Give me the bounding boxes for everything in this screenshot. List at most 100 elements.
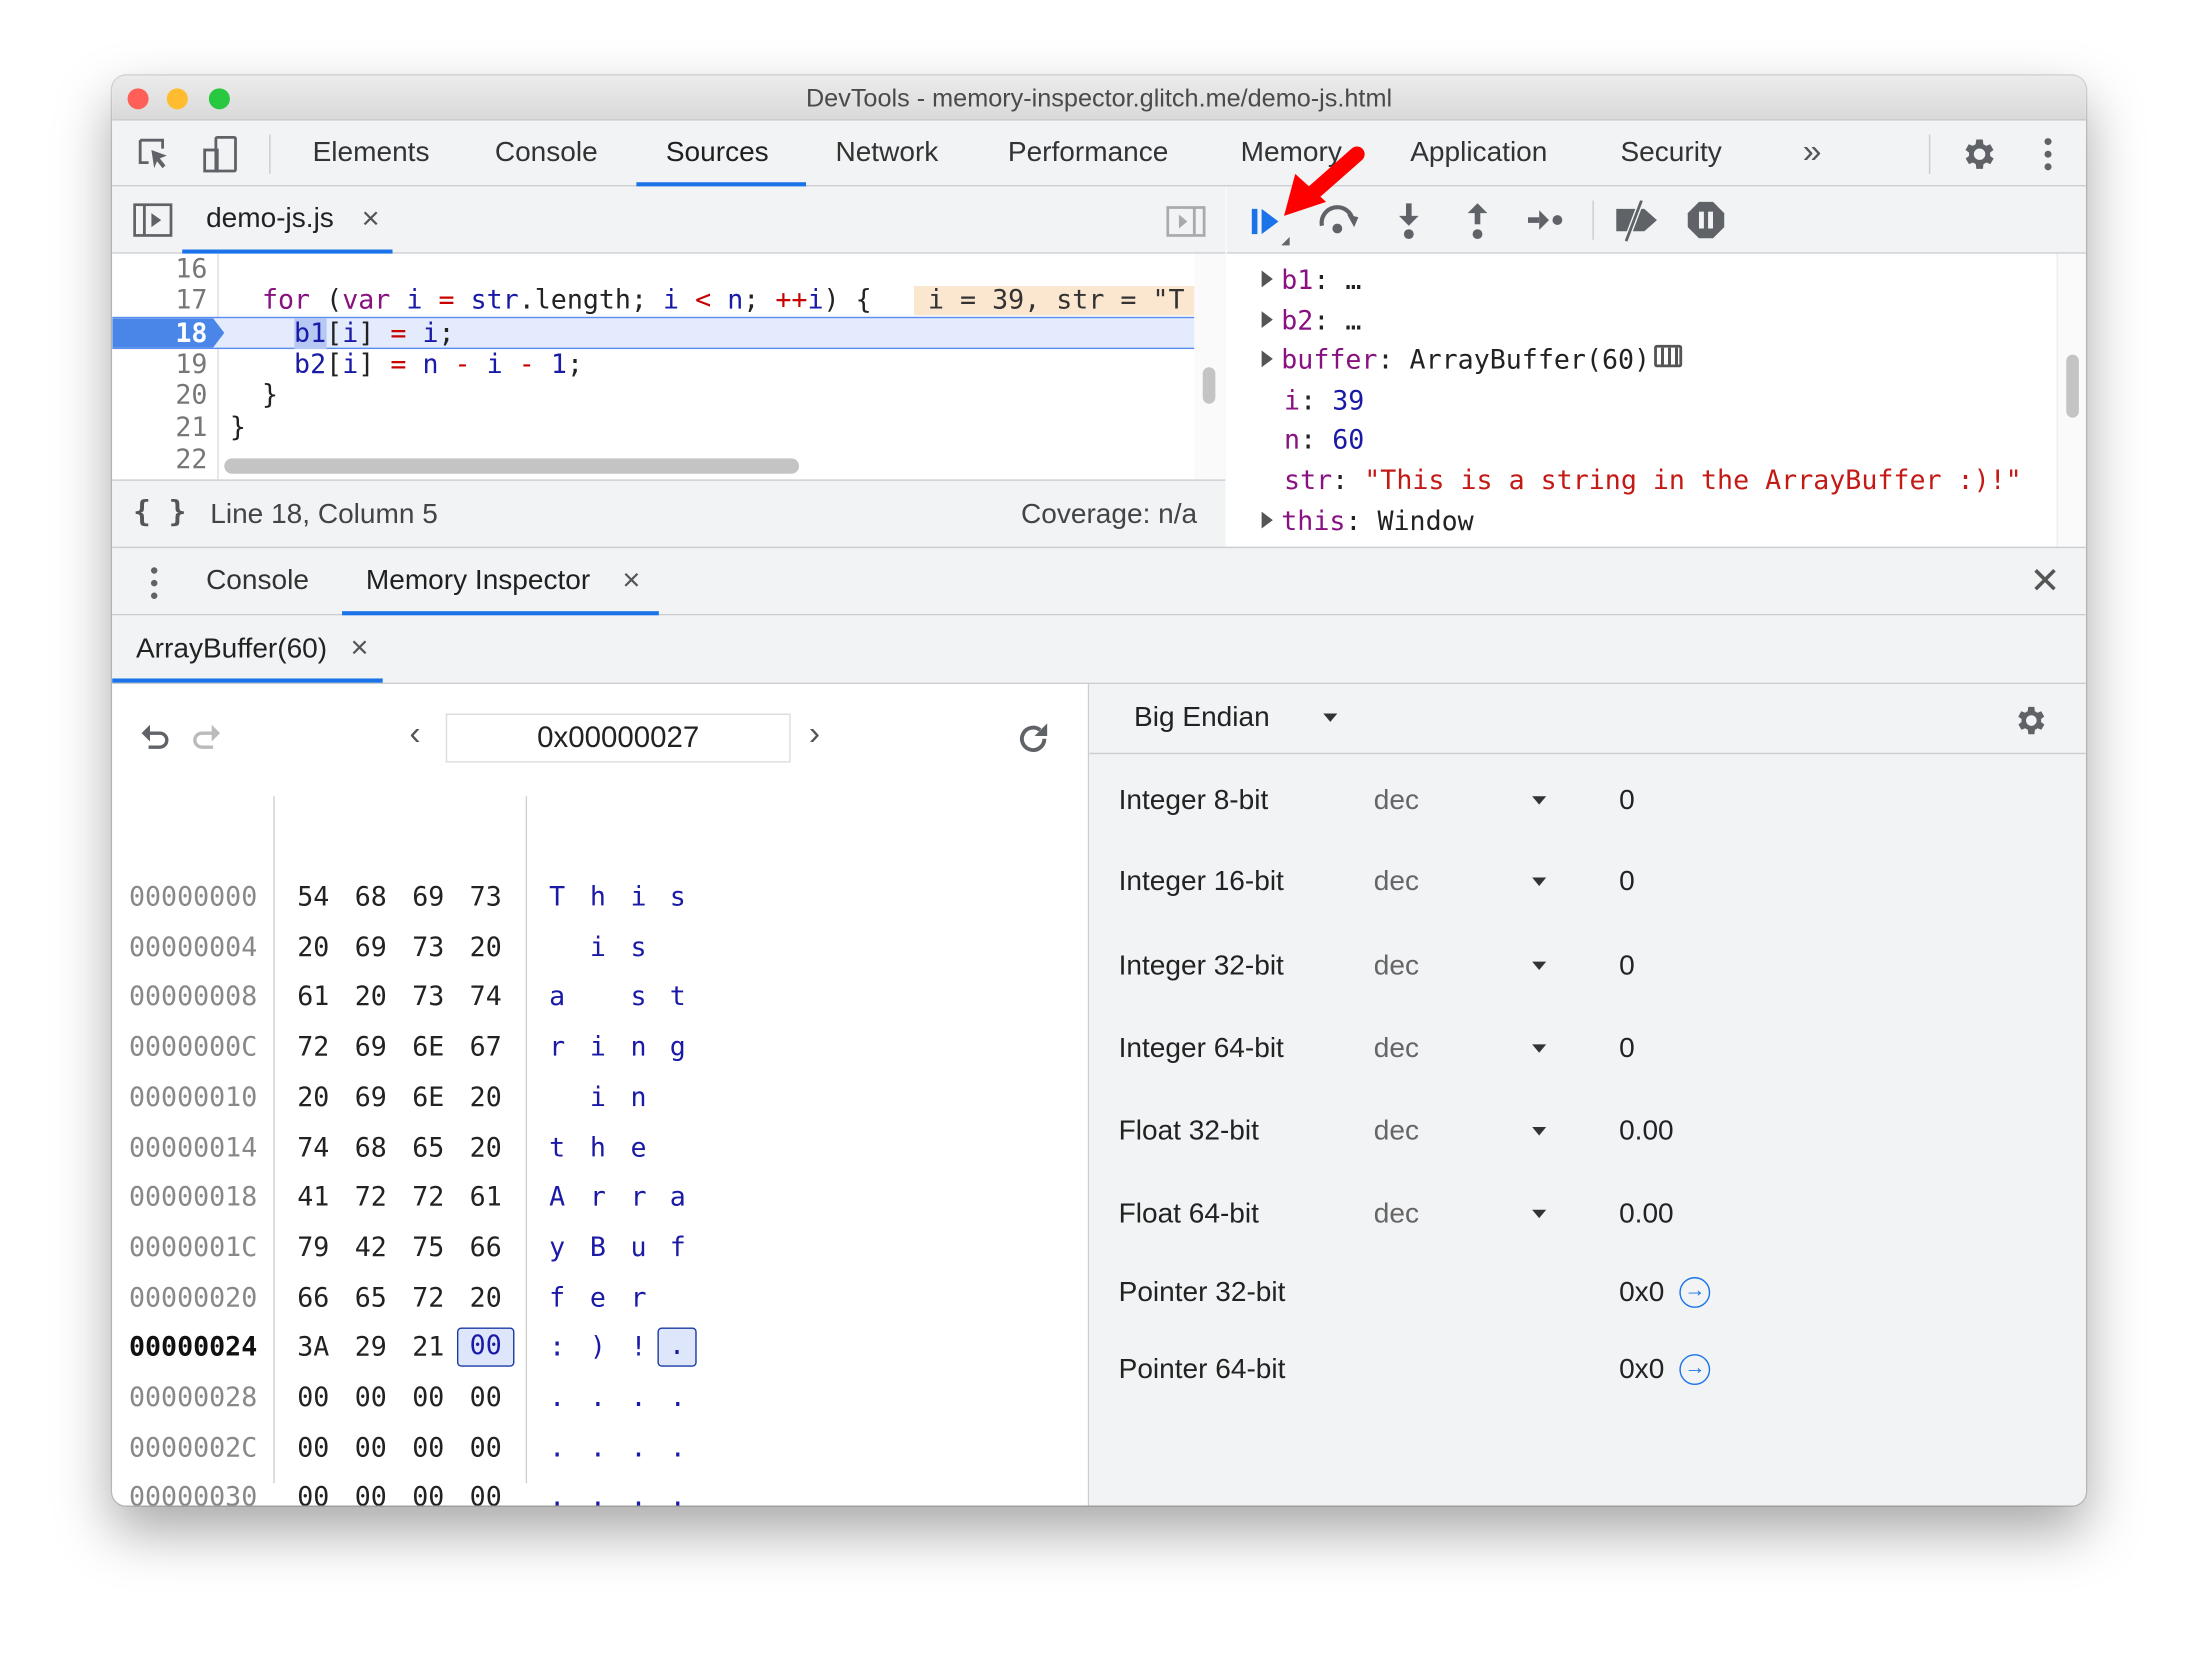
refresh-icon[interactable] xyxy=(1015,721,1051,757)
buffer-tab[interactable]: ArrayBuffer(60) × xyxy=(112,615,383,682)
byte-cell[interactable]: 00 xyxy=(285,1427,342,1469)
ascii-cell[interactable]: s xyxy=(657,876,698,918)
ascii-cell[interactable]: f xyxy=(537,1276,578,1318)
device-toolbar-icon[interactable] xyxy=(200,135,239,174)
ascii-cell[interactable]: r xyxy=(537,1026,578,1068)
close-tab-icon[interactable]: × xyxy=(622,562,640,598)
tab-security[interactable]: Security xyxy=(1620,121,1721,187)
ascii-cell[interactable]: e xyxy=(578,1276,619,1318)
inspect-element-icon[interactable] xyxy=(136,136,172,172)
byte-cell[interactable]: 29 xyxy=(342,1327,399,1369)
byte-cell[interactable]: 72 xyxy=(400,1176,457,1218)
ascii-cell[interactable] xyxy=(657,1076,698,1118)
ascii-cell[interactable] xyxy=(537,1076,578,1118)
byte-cell[interactable]: 3A xyxy=(285,1327,342,1369)
ascii-cell[interactable]: . xyxy=(578,1477,619,1505)
ascii-cell[interactable]: a xyxy=(537,976,578,1018)
toggle-navigator-icon[interactable] xyxy=(133,203,173,237)
byte-cell[interactable]: 20 xyxy=(457,1276,514,1318)
more-tabs-button[interactable]: » xyxy=(1803,121,1822,187)
ascii-cell[interactable]: . xyxy=(578,1427,619,1469)
chevron-down-icon[interactable] xyxy=(1532,877,1547,886)
value-format-select[interactable]: dec xyxy=(1374,1110,1419,1152)
ascii-cell[interactable]: n xyxy=(618,1026,659,1068)
ascii-cell[interactable]: g xyxy=(657,1026,698,1068)
vertical-scrollbar[interactable] xyxy=(1194,253,1226,480)
ascii-cell[interactable]: t xyxy=(537,1126,578,1168)
jump-to-pointer-icon[interactable]: → xyxy=(1679,1354,1711,1385)
byte-cell[interactable]: 61 xyxy=(285,976,342,1018)
chevron-down-icon[interactable] xyxy=(1532,1209,1547,1219)
byte-cell[interactable]: 68 xyxy=(342,876,399,918)
ascii-cell[interactable]: . xyxy=(657,1327,697,1368)
close-drawer-icon[interactable]: ✕ xyxy=(2030,559,2061,602)
endianness-select[interactable]: Big Endian xyxy=(1131,698,1355,740)
close-file-tab-icon[interactable]: × xyxy=(362,200,380,236)
value-format-select[interactable]: dec xyxy=(1374,779,1419,821)
ascii-cell[interactable]: u xyxy=(618,1226,659,1268)
ascii-cell[interactable]: t xyxy=(657,976,698,1018)
ascii-cell[interactable]: i xyxy=(578,1026,619,1068)
jump-to-pointer-icon[interactable]: → xyxy=(1679,1277,1711,1308)
byte-cell[interactable]: 6E xyxy=(400,1076,457,1118)
byte-cell[interactable]: 00 xyxy=(285,1377,342,1419)
byte-cell[interactable]: 69 xyxy=(342,926,399,968)
ascii-cell[interactable]: n xyxy=(618,1076,659,1118)
next-page-icon[interactable]: › xyxy=(809,715,820,754)
step-into-icon[interactable] xyxy=(1395,203,1423,240)
byte-cell[interactable]: 00 xyxy=(456,1327,515,1368)
ascii-cell[interactable]: . xyxy=(657,1377,698,1419)
scope-variable[interactable]: b2: … xyxy=(1261,301,1361,340)
previous-page-icon[interactable]: ‹ xyxy=(409,715,420,754)
value-settings-gear-icon[interactable] xyxy=(2012,702,2048,738)
byte-cell[interactable]: 20 xyxy=(457,1126,514,1168)
step-icon[interactable] xyxy=(1527,207,1564,232)
byte-cell[interactable]: 67 xyxy=(457,1026,514,1068)
drawer-tab-console[interactable]: Console xyxy=(206,548,309,614)
chevron-down-icon[interactable] xyxy=(1532,1044,1547,1053)
line-number[interactable]: 19 xyxy=(112,349,207,381)
value-format-select[interactable]: dec xyxy=(1374,861,1419,903)
tab-network[interactable]: Network xyxy=(835,121,938,187)
ascii-cell[interactable]: . xyxy=(618,1377,659,1419)
ascii-cell[interactable]: : xyxy=(537,1327,578,1369)
ascii-cell[interactable]: i xyxy=(578,926,619,968)
ascii-cell[interactable]: e xyxy=(618,1126,659,1168)
byte-cell[interactable]: 20 xyxy=(457,926,514,968)
byte-cell[interactable]: 6E xyxy=(400,1026,457,1068)
scope-variable[interactable]: buffer: ArrayBuffer(60) xyxy=(1261,341,1683,380)
byte-cell[interactable]: 20 xyxy=(342,976,399,1018)
tab-console[interactable]: Console xyxy=(495,121,598,187)
ascii-cell[interactable]: . xyxy=(657,1477,698,1505)
horizontal-scrollbar[interactable] xyxy=(224,458,800,474)
byte-cell[interactable]: 75 xyxy=(400,1226,457,1268)
ascii-cell[interactable]: . xyxy=(618,1427,659,1469)
drawer-tab-memory-inspector[interactable]: Memory Inspector × xyxy=(342,548,659,614)
ascii-cell[interactable]: . xyxy=(578,1377,619,1419)
byte-cell[interactable]: 69 xyxy=(400,876,457,918)
byte-cell[interactable]: 61 xyxy=(457,1176,514,1218)
byte-cell[interactable]: 68 xyxy=(342,1126,399,1168)
close-window-button[interactable] xyxy=(127,88,149,110)
byte-cell[interactable]: 72 xyxy=(285,1026,342,1068)
ascii-cell[interactable] xyxy=(578,976,619,1018)
line-number[interactable]: 17 xyxy=(112,285,207,317)
address-input[interactable]: 0x00000027 xyxy=(445,713,791,763)
expand-triangle-icon[interactable] xyxy=(1261,270,1273,288)
chevron-down-icon[interactable] xyxy=(1532,1127,1547,1136)
ascii-cell[interactable]: T xyxy=(537,876,578,918)
scope-variable[interactable]: b1: … xyxy=(1261,261,1361,300)
byte-cell[interactable]: 20 xyxy=(285,926,342,968)
ascii-cell[interactable]: B xyxy=(578,1226,619,1268)
value-format-select[interactable]: dec xyxy=(1374,1028,1419,1070)
ascii-cell[interactable]: s xyxy=(618,976,659,1018)
minimize-window-button[interactable] xyxy=(166,88,188,110)
byte-cell[interactable]: 00 xyxy=(285,1477,342,1505)
byte-cell[interactable]: 00 xyxy=(342,1477,399,1505)
ascii-cell[interactable]: . xyxy=(657,1427,698,1469)
ascii-cell[interactable]: i xyxy=(618,876,659,918)
chevron-down-icon[interactable] xyxy=(1532,961,1547,971)
line-number[interactable]: 16 xyxy=(112,254,207,286)
byte-cell[interactable]: 41 xyxy=(285,1176,342,1218)
ascii-cell[interactable]: s xyxy=(618,926,659,968)
